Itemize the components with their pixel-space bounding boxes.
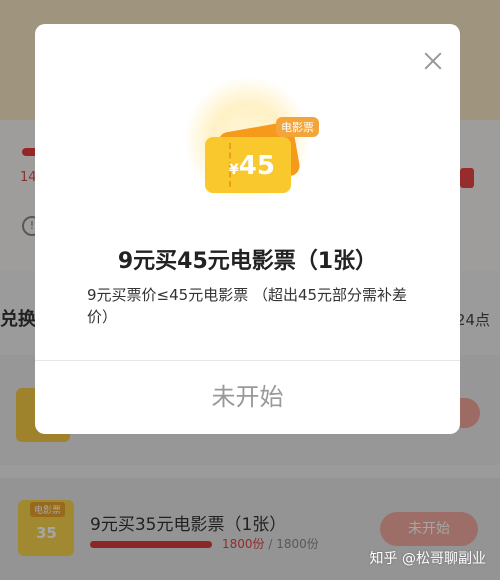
watermark-text: 知乎 @松哥聊副业 bbox=[369, 551, 486, 567]
close-icon[interactable] bbox=[422, 50, 444, 72]
movie-ticket-illustration: 电影票 ¥45 bbox=[175, 69, 320, 219]
modal-title: 9元买45元电影票（1张） bbox=[117, 249, 378, 274]
ticket-price: ¥45 bbox=[229, 151, 275, 181]
ticket-price-value: 45 bbox=[238, 151, 275, 181]
ticket-currency: ¥ bbox=[229, 162, 239, 178]
not-started-action[interactable]: 未开始 bbox=[35, 360, 460, 434]
modal-dialog: 电影票 ¥45 9元买45元电影票（1张） 9元买票价≤45元电影票 （超出45… bbox=[35, 24, 460, 434]
modal-description: 9元买票价≤45元电影票 （超出45元部分需补差价） bbox=[87, 286, 408, 326]
ticket-tag: 电影票 bbox=[276, 117, 319, 137]
